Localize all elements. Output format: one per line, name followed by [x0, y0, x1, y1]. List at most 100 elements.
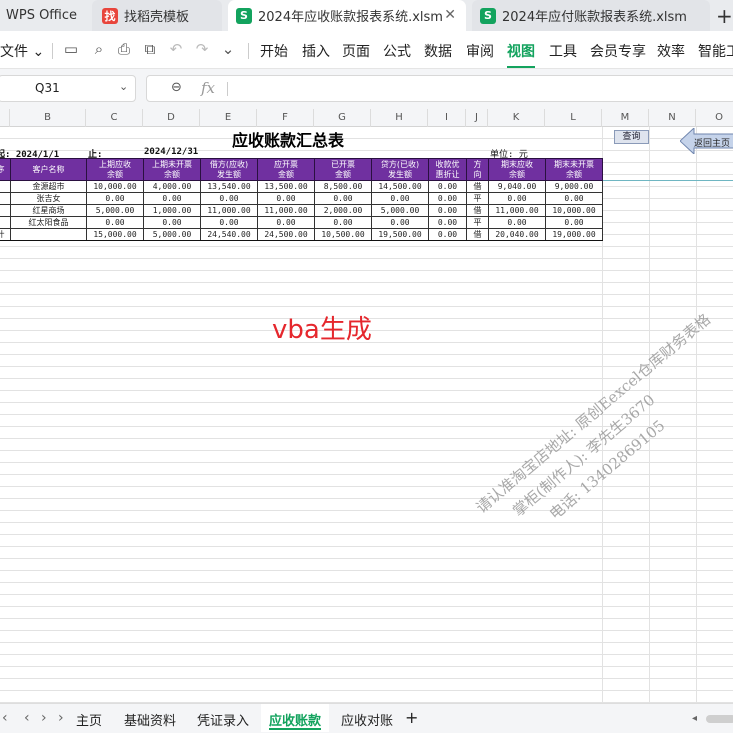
table-cell[interactable] [0, 180, 11, 193]
new-tab-button[interactable]: + [716, 4, 733, 28]
zoom-icon[interactable]: ⊖ [171, 80, 182, 95]
table-cell[interactable]: 0.00 [200, 192, 258, 205]
table-cell[interactable]: 4,000.00 [143, 180, 201, 193]
chevron-down-icon[interactable]: ⌄ [119, 80, 128, 93]
column-header[interactable]: M [602, 109, 649, 127]
table-cell[interactable]: 11,000.00 [257, 204, 315, 217]
menu-review[interactable]: 审阅 [466, 41, 494, 61]
column-header[interactable]: G [314, 109, 371, 127]
table-cell[interactable] [0, 204, 11, 217]
menu-start[interactable]: 开始 [260, 41, 288, 61]
column-header[interactable]: F [257, 109, 314, 127]
sheet-tab-home[interactable]: 主页 [76, 710, 102, 729]
sheet-tab-reconciliation[interactable]: 应收对账 [341, 710, 393, 729]
table-row[interactable]: 金源超市 10,000.00 4,000.00 13,540.00 13,500.00 8… [0, 180, 603, 193]
prev-sheet-icon[interactable]: ‹ [24, 710, 30, 726]
column-header[interactable]: I [428, 109, 466, 127]
print-icon[interactable]: ⎙ [115, 40, 133, 58]
total-cell[interactable]: 15,000.00 [86, 228, 144, 241]
menu-page[interactable]: 页面 [342, 41, 370, 61]
table-cell[interactable]: 5,000.00 [371, 204, 429, 217]
app-tab[interactable]: WPS Office [0, 0, 86, 31]
undo-icon[interactable]: ↶ [167, 40, 185, 58]
close-icon[interactable]: ✕ [444, 7, 456, 23]
table-cell[interactable]: 10,000.00 [545, 204, 603, 217]
save-icon[interactable]: ▭ [62, 40, 80, 58]
total-cell[interactable]: 19,500.00 [371, 228, 429, 241]
table-cell[interactable]: 平 [466, 216, 489, 229]
table-cell[interactable]: 平 [466, 192, 489, 205]
menu-efficiency[interactable]: 效率 [657, 41, 685, 61]
table-cell[interactable]: 0.00 [257, 216, 315, 229]
file-menu[interactable]: 文件 ⌄ [0, 41, 44, 61]
table-cell[interactable]: 0.00 [488, 192, 546, 205]
table-cell[interactable]: 0.00 [428, 180, 467, 193]
table-cell[interactable]: 张吉女 [10, 192, 87, 205]
total-cell[interactable]: 计 [0, 228, 11, 241]
table-cell[interactable]: 金源超市 [10, 180, 87, 193]
add-sheet-button[interactable]: + [405, 708, 418, 727]
share-icon[interactable]: ⌕ [90, 40, 108, 58]
sheet-tab-basic-data[interactable]: 基础资料 [124, 710, 176, 729]
table-cell[interactable]: 0.00 [428, 204, 467, 217]
table-cell[interactable]: 9,040.00 [488, 180, 546, 193]
column-header-a[interactable] [0, 109, 10, 127]
table-cell[interactable]: 1,000.00 [143, 204, 201, 217]
table-cell[interactable]: 借 [466, 204, 489, 217]
fx-icon[interactable]: fx [201, 79, 215, 97]
table-cell[interactable]: 0.00 [200, 216, 258, 229]
menu-formula[interactable]: 公式 [383, 41, 411, 61]
table-cell[interactable]: 红星商场 [10, 204, 87, 217]
table-cell[interactable]: 13,500.00 [257, 180, 315, 193]
menu-smart-tools[interactable]: 智能工 [698, 41, 733, 61]
sheet-tab-receivables[interactable]: 应收账款 [261, 704, 330, 732]
total-cell[interactable]: 24,500.00 [257, 228, 315, 241]
column-header[interactable]: L [545, 109, 602, 127]
print-preview-icon[interactable]: ⧉ [141, 40, 159, 58]
table-cell[interactable]: 红太阳食品 [10, 216, 87, 229]
table-cell[interactable]: 0.00 [143, 216, 201, 229]
total-cell[interactable] [10, 228, 87, 241]
table-cell[interactable] [0, 216, 11, 229]
table-cell[interactable]: 0.00 [371, 192, 429, 205]
total-row[interactable]: 计 15,000.005,000.0024,540.0024,500.0010,5… [0, 228, 603, 241]
end-date[interactable]: 2024/12/31 [144, 147, 198, 157]
menu-view[interactable]: 视图 [507, 41, 535, 68]
table-cell[interactable]: 0.00 [143, 192, 201, 205]
column-header[interactable]: B [10, 109, 86, 127]
menu-tools[interactable]: 工具 [549, 41, 577, 61]
table-cell[interactable]: 9,000.00 [545, 180, 603, 193]
total-cell[interactable]: 0.00 [428, 228, 467, 241]
sheet-tab-voucher-entry[interactable]: 凭证录入 [197, 710, 249, 729]
chevron-down-icon[interactable]: ⌄ [219, 40, 237, 58]
formula-input[interactable]: ⊖ fx [146, 75, 733, 102]
total-cell[interactable]: 10,500.00 [314, 228, 372, 241]
column-header[interactable]: H [371, 109, 428, 127]
table-cell[interactable]: 14,500.00 [371, 180, 429, 193]
table-cell[interactable]: 借 [466, 180, 489, 193]
redo-icon[interactable]: ↷ [193, 40, 211, 58]
menu-member[interactable]: 会员专享 [590, 41, 646, 61]
column-header[interactable]: D [143, 109, 200, 127]
column-header[interactable]: E [200, 109, 257, 127]
last-sheet-icon[interactable]: › [58, 710, 64, 726]
horizontal-scrollbar[interactable] [706, 715, 733, 723]
tab-payables-file[interactable]: S 2024年应付账款报表系统.xlsm [472, 0, 710, 31]
return-home-button[interactable]: 返回主页 [680, 128, 733, 154]
table-cell[interactable]: 10,000.00 [86, 180, 144, 193]
table-cell[interactable]: 0.00 [314, 216, 372, 229]
total-cell[interactable]: 20,040.00 [488, 228, 546, 241]
total-cell[interactable]: 19,000.00 [545, 228, 603, 241]
total-cell[interactable]: 借 [466, 228, 489, 241]
column-header[interactable]: C [86, 109, 143, 127]
table-cell[interactable]: 0.00 [86, 192, 144, 205]
table-cell[interactable]: 11,000.00 [488, 204, 546, 217]
table-cell[interactable]: 11,000.00 [200, 204, 258, 217]
column-header[interactable]: K [488, 109, 545, 127]
table-cell[interactable]: 0.00 [545, 216, 603, 229]
table-cell[interactable]: 2,000.00 [314, 204, 372, 217]
table-cell[interactable]: 0.00 [488, 216, 546, 229]
table-cell[interactable] [0, 192, 11, 205]
table-cell[interactable]: 0.00 [371, 216, 429, 229]
total-cell[interactable]: 24,540.00 [200, 228, 258, 241]
